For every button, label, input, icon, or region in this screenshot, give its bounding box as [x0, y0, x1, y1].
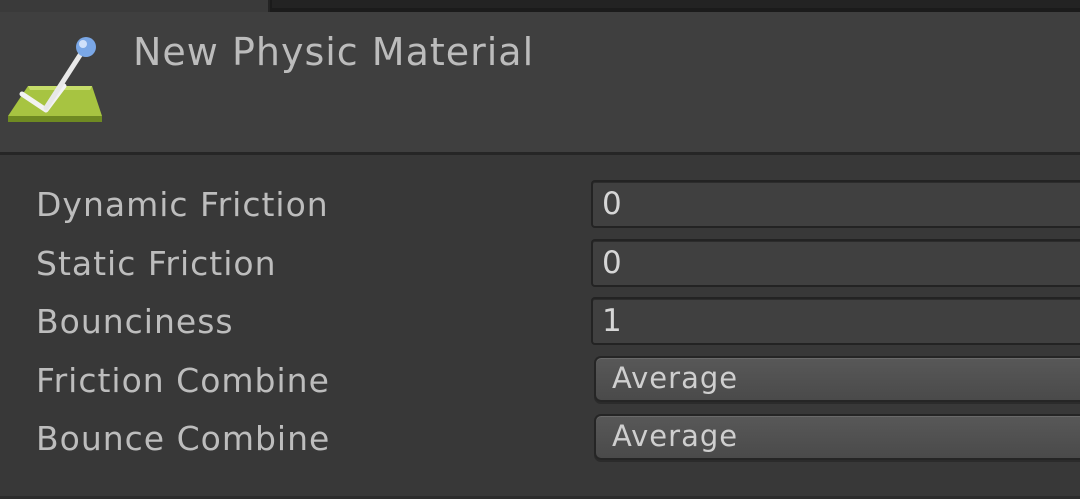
property-row-friction-combine: Friction Combine Average [0, 351, 1080, 409]
property-label: Dynamic Friction [36, 185, 329, 224]
property-label: Bounciness [36, 302, 234, 341]
tab-strip [0, 0, 1080, 12]
property-row-static-friction: Static Friction 0 [0, 234, 1080, 292]
bounce-combine-dropdown[interactable]: Average [594, 414, 1080, 460]
property-label: Friction Combine [36, 361, 330, 400]
property-label: Static Friction [36, 244, 277, 283]
property-row-dynamic-friction: Dynamic Friction 0 [0, 175, 1080, 233]
property-label: Bounce Combine [36, 419, 331, 458]
asset-title: New Physic Material [133, 30, 535, 74]
friction-combine-dropdown[interactable]: Average [594, 356, 1080, 402]
bounciness-field[interactable]: 1 [591, 297, 1080, 345]
static-friction-field[interactable]: 0 [591, 239, 1080, 287]
properties-panel: Dynamic Friction 0 Static Friction 0 Bou… [0, 155, 1080, 499]
dynamic-friction-field[interactable]: 0 [591, 180, 1080, 228]
physic-material-icon [8, 37, 102, 122]
property-row-bounciness: Bounciness 1 [0, 292, 1080, 350]
inspector-window: New Physic Material Dynamic Friction 0 S… [0, 0, 1080, 499]
tab-background[interactable] [272, 0, 1080, 8]
tab-inspector[interactable] [0, 0, 270, 12]
property-row-bounce-combine: Bounce Combine Average [0, 409, 1080, 467]
